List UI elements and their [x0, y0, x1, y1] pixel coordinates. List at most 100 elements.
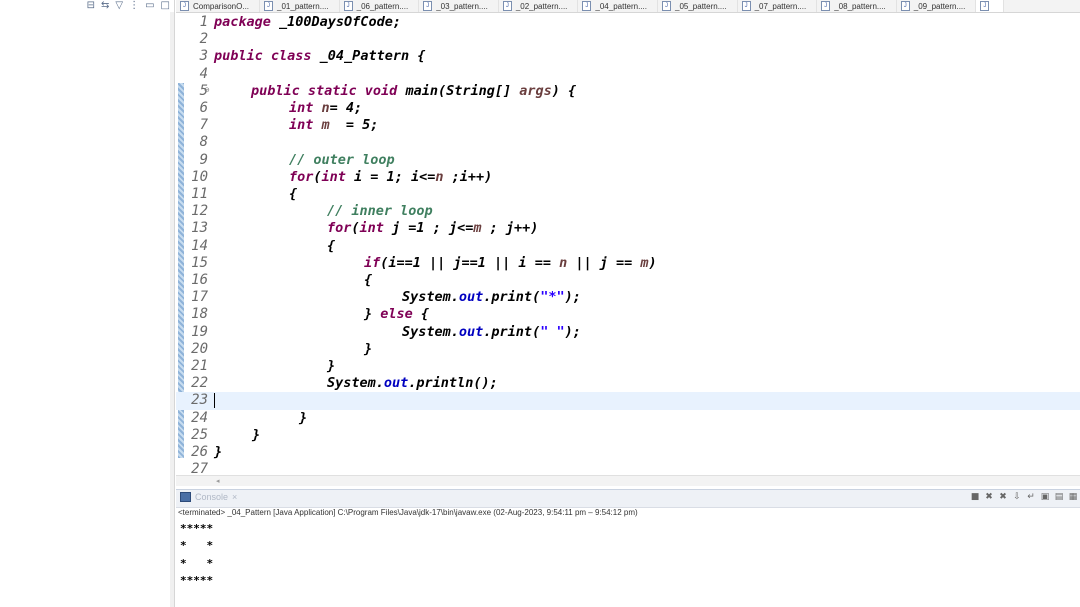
- line-number: 10: [191, 168, 208, 185]
- word-wrap-icon[interactable]: ↵: [1026, 492, 1036, 502]
- output-line: *****: [180, 573, 214, 587]
- tab-08-pattern[interactable]: J _08_pattern....: [817, 0, 897, 12]
- variable: m: [321, 117, 330, 134]
- close-icon[interactable]: ×: [232, 492, 237, 502]
- line-number: 8: [199, 134, 208, 151]
- link-editor-icon[interactable]: ⇆: [101, 0, 109, 12]
- code-text: || j ==: [567, 254, 641, 271]
- java-file-icon: J: [980, 1, 990, 11]
- code-text: }: [252, 426, 261, 443]
- console-view-header: Console × ■ ✖ ✖ ⇩ ↵ ▣ ▤ ▦: [176, 489, 1080, 508]
- tab-01-pattern[interactable]: J _01_pattern....: [260, 0, 340, 12]
- keyword: int: [289, 117, 314, 134]
- remove-all-terminated-icon[interactable]: ✖: [998, 492, 1008, 502]
- java-file-icon: J: [741, 1, 751, 11]
- java-file-icon: J: [662, 1, 671, 11]
- display-console-icon[interactable]: ▤: [1054, 492, 1064, 502]
- editor-horizontal-scrollbar[interactable]: ◂: [176, 475, 1080, 486]
- line-number: 16: [191, 272, 208, 288]
- tab-02-pattern[interactable]: J _02_pattern....: [499, 0, 579, 12]
- keyword: for: [327, 220, 352, 237]
- tab-04-pattern[interactable]: J _04_pattern....: [578, 0, 658, 12]
- code-line: 15 if(i==1 || j==1 || i == n || j == m): [176, 255, 1080, 272]
- pin-console-icon[interactable]: ▣: [1040, 492, 1050, 502]
- line-number: 27: [191, 461, 208, 475]
- line-number: 1: [199, 14, 208, 30]
- tab-03-pattern[interactable]: J _03_pattern....: [419, 0, 499, 12]
- line-number: 26: [191, 444, 208, 460]
- console-output[interactable]: ***** * * * * *****: [180, 520, 213, 589]
- code-line: 13 for(int j =1 ; j<=m ; j++): [176, 220, 1080, 237]
- maximize-icon[interactable]: □: [161, 0, 170, 12]
- scroll-lock-icon[interactable]: ⇩: [1012, 492, 1022, 502]
- code-text: }: [299, 409, 308, 426]
- line-number: 23: [191, 392, 208, 409]
- collapse-all-icon[interactable]: ⊟: [87, 0, 95, 12]
- output-line: *****: [180, 522, 214, 535]
- field: out: [458, 323, 484, 340]
- keyword: else: [380, 306, 413, 323]
- code-text: }: [327, 358, 336, 374]
- tab-07-pattern[interactable]: J _07_pattern....: [738, 0, 818, 12]
- code-editor[interactable]: 1 package _100DaysOfCode; 2 3 public class…: [176, 13, 1080, 475]
- code-text: ): [648, 254, 657, 271]
- code-text: (: [313, 168, 322, 185]
- comment: // outer loop: [289, 151, 395, 168]
- code-text: _04_Pattern {: [311, 48, 426, 65]
- java-file-icon: J: [900, 1, 910, 11]
- code-text: _100DaysOfCode;: [270, 14, 401, 30]
- java-file-icon: J: [343, 1, 353, 11]
- code-line: 5 ⊖ public static void main(String[] args)…: [176, 83, 1080, 100]
- java-file-icon: J: [180, 1, 189, 11]
- line-number: 20: [191, 340, 208, 357]
- code-line: 26}: [176, 444, 1080, 461]
- tab-console[interactable]: Console ×: [180, 492, 237, 502]
- variable: m: [640, 254, 649, 271]
- code-line: 8: [176, 134, 1080, 151]
- line-number: 22: [191, 375, 208, 392]
- code-line: 18} else {: [176, 306, 1080, 323]
- code-text: {: [412, 306, 430, 323]
- tab-06-pattern[interactable]: J _06_pattern....: [340, 0, 420, 12]
- open-console-icon[interactable]: ▦: [1068, 492, 1078, 502]
- tab-09-pattern[interactable]: J _09_pattern....: [897, 0, 977, 12]
- code-text: .print(: [483, 323, 541, 340]
- code-line: 12 // inner loop: [176, 203, 1080, 220]
- scroll-left-icon[interactable]: ◂: [216, 476, 220, 486]
- code-text: .print(: [483, 289, 541, 306]
- variable: args: [519, 82, 552, 99]
- line-number: 18: [191, 306, 208, 323]
- field: out: [458, 289, 484, 306]
- tab-comparison[interactable]: J ComparisonO...: [176, 0, 261, 12]
- code-line: 24}: [176, 410, 1080, 427]
- code-text: System.: [402, 323, 459, 340]
- code-text: i = 1; i<=: [345, 168, 436, 185]
- tab-05-pattern[interactable]: J _05_pattern....: [658, 0, 738, 12]
- explorer-scrollbar[interactable]: [170, 12, 174, 607]
- editor-tab-bar: J ComparisonO... J _01_pattern.... J _06_pa…: [176, 0, 1080, 13]
- line-number: 7: [199, 117, 208, 134]
- code-text: .println();: [408, 375, 498, 392]
- fold-collapse-icon[interactable]: ⊖: [204, 86, 210, 94]
- line-number: 3: [199, 48, 208, 65]
- code-line: 9 // outer loop: [176, 152, 1080, 169]
- code-text: );: [564, 323, 581, 340]
- code-line: 7 int m = 5;: [176, 117, 1080, 134]
- code-text: }: [364, 306, 381, 323]
- variable: n: [321, 100, 330, 116]
- minimize-icon[interactable]: ▭: [145, 0, 154, 12]
- tab-current[interactable]: J: [976, 0, 1005, 12]
- java-file-icon: J: [264, 1, 274, 11]
- remove-launch-icon[interactable]: ✖: [984, 492, 994, 502]
- code-text: (: [351, 220, 360, 237]
- view-menu-icon[interactable]: ⋮: [129, 0, 139, 12]
- code-line: 20}: [176, 341, 1080, 358]
- keyword: int: [359, 220, 384, 237]
- terminate-icon[interactable]: ■: [970, 492, 980, 502]
- line-number: 24: [191, 409, 208, 426]
- keyword: public class: [214, 48, 312, 65]
- keyword: package: [214, 14, 271, 30]
- keyword: int: [321, 168, 346, 185]
- filter-icon[interactable]: ▽: [115, 0, 123, 12]
- code-line: 14 {: [176, 238, 1080, 255]
